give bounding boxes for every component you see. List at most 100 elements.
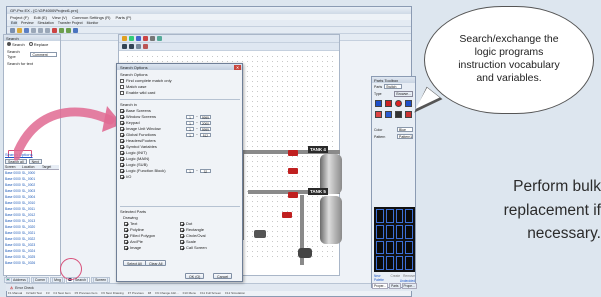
checkbox-box[interactable] bbox=[120, 138, 124, 143]
checkbox-box[interactable] bbox=[120, 120, 124, 125]
ok-button[interactable]: OK (O) bbox=[185, 273, 205, 279]
save-icon[interactable] bbox=[24, 27, 29, 33]
f1-key[interactable]: F1 Manual bbox=[8, 291, 22, 297]
f4-key[interactable]: F4 Next Item bbox=[54, 291, 71, 297]
menu-common-settings[interactable]: Common Settings (R) bbox=[72, 15, 110, 20]
checkbox-box[interactable] bbox=[180, 227, 184, 232]
switch-style-blue-2[interactable] bbox=[385, 111, 392, 118]
tank-5-graphic[interactable] bbox=[320, 196, 342, 244]
search-mode-radio[interactable]: Search bbox=[7, 42, 25, 47]
tab-properties-2[interactable]: Prope... bbox=[401, 283, 417, 289]
f2-key[interactable]: F2 Edit Text bbox=[26, 291, 42, 297]
transfer-project-button[interactable]: Transfer Project bbox=[57, 21, 84, 26]
checkbox-box[interactable] bbox=[120, 156, 124, 161]
edit-button[interactable]: Edit bbox=[10, 20, 19, 26]
pump-icon[interactable] bbox=[298, 248, 312, 258]
menu-parts[interactable]: Parts (P) bbox=[116, 15, 132, 20]
checkbox-box[interactable] bbox=[124, 233, 128, 238]
error-check-label[interactable]: Error Check bbox=[15, 286, 34, 290]
color-select[interactable]: Blue bbox=[397, 127, 413, 132]
meter-icon[interactable] bbox=[157, 36, 162, 41]
switch-style-red-3[interactable] bbox=[405, 111, 412, 118]
valve-icon[interactable] bbox=[288, 168, 298, 174]
alarm-icon[interactable] bbox=[143, 36, 148, 41]
switch-style-red[interactable] bbox=[385, 100, 392, 107]
checkbox-box[interactable] bbox=[124, 221, 128, 226]
tab-mng[interactable]: Mng bbox=[50, 276, 65, 283]
browse-button[interactable]: Browse... bbox=[394, 91, 413, 97]
copy-icon[interactable] bbox=[38, 27, 43, 33]
tab-comm[interactable]: Comm bbox=[30, 276, 50, 283]
open-icon[interactable] bbox=[17, 27, 22, 33]
color-icon[interactable] bbox=[143, 44, 148, 49]
f5-key[interactable]: F5 Previous Item bbox=[75, 291, 98, 297]
lamp-icon[interactable] bbox=[122, 36, 127, 41]
f10-key[interactable]: F10 Menu bbox=[183, 291, 197, 297]
valve-icon[interactable] bbox=[288, 150, 298, 156]
part-checkbox[interactable]: Image bbox=[124, 245, 180, 251]
parts-palette[interactable] bbox=[374, 207, 415, 272]
f12-key[interactable]: F12 Simulation bbox=[225, 291, 245, 297]
parts-select[interactable]: Switch bbox=[384, 84, 403, 89]
search-in-checkbox[interactable]: I/O bbox=[120, 174, 241, 180]
wildcard-checkbox[interactable]: Enable wild card bbox=[120, 90, 172, 96]
f8-key[interactable]: F8 bbox=[148, 291, 152, 297]
switch-icon[interactable] bbox=[129, 36, 134, 41]
align-icon[interactable] bbox=[122, 44, 127, 49]
simulation-button[interactable]: Simulation bbox=[36, 21, 54, 26]
f9-key[interactable]: F9 Change Attri... bbox=[155, 291, 178, 297]
pump-icon[interactable] bbox=[254, 230, 266, 238]
undo-icon[interactable] bbox=[59, 27, 64, 33]
checkbox-box[interactable] bbox=[180, 239, 184, 244]
replace-mode-radio[interactable]: Replace bbox=[28, 42, 48, 47]
checkbox-box[interactable] bbox=[120, 108, 124, 113]
checkbox-box[interactable] bbox=[120, 168, 124, 173]
search-type-select[interactable]: Comment bbox=[30, 51, 57, 57]
monitor-button[interactable]: Monitor bbox=[86, 21, 100, 26]
delete-icon[interactable] bbox=[52, 27, 57, 33]
checkbox-box[interactable] bbox=[120, 162, 124, 167]
tab-address[interactable]: Address bbox=[4, 276, 30, 283]
checkbox-box[interactable] bbox=[120, 174, 124, 179]
checkbox-box[interactable] bbox=[124, 227, 128, 232]
preview-button[interactable]: Preview bbox=[20, 21, 34, 26]
select-all-button[interactable]: Select All bbox=[123, 260, 146, 266]
tab-screen[interactable]: Screen bbox=[91, 276, 111, 283]
checkbox-box[interactable] bbox=[120, 132, 124, 137]
checkbox-box[interactable] bbox=[120, 114, 124, 119]
menu-project[interactable]: Project (F) bbox=[10, 15, 29, 20]
graph-icon[interactable] bbox=[150, 36, 155, 41]
checkbox-box[interactable] bbox=[180, 245, 184, 250]
switch-style-dark[interactable] bbox=[395, 111, 402, 118]
clear-all-button[interactable]: Clear All bbox=[145, 260, 167, 266]
table-row[interactable]: Base 0000 SL_0026 bbox=[4, 260, 59, 266]
switch-style-round[interactable] bbox=[395, 100, 402, 107]
redo-icon[interactable] bbox=[66, 27, 71, 33]
paste-icon[interactable] bbox=[45, 27, 50, 33]
checkbox-box[interactable] bbox=[120, 144, 124, 149]
f6-key[interactable]: F6 Next Drawing bbox=[101, 291, 123, 297]
switch-style-red-2[interactable] bbox=[375, 111, 382, 118]
checkbox-box[interactable] bbox=[180, 233, 184, 238]
switch-style-blue[interactable] bbox=[375, 100, 382, 107]
zoom-icon[interactable] bbox=[73, 27, 78, 33]
checkbox-box[interactable] bbox=[124, 245, 128, 250]
checkbox-box[interactable] bbox=[124, 239, 128, 244]
cut-icon[interactable] bbox=[31, 27, 36, 33]
menu-edit[interactable]: Edit (E) bbox=[34, 15, 47, 20]
checkbox-box[interactable] bbox=[180, 221, 184, 226]
part-checkbox[interactable]: Call Screen bbox=[180, 245, 240, 251]
close-icon[interactable]: ✕ bbox=[234, 64, 241, 70]
pattern-select[interactable]: Pattern1 bbox=[397, 134, 413, 139]
checkbox-box[interactable] bbox=[120, 150, 124, 155]
group-icon[interactable] bbox=[129, 44, 134, 49]
menu-view[interactable]: View (V) bbox=[52, 15, 67, 20]
valve-icon[interactable] bbox=[288, 192, 298, 198]
tab-properties[interactable]: Proper... bbox=[372, 283, 389, 289]
f11-key[interactable]: F11 Full Screen bbox=[200, 291, 221, 297]
data-display-icon[interactable] bbox=[136, 36, 141, 41]
f3-key[interactable]: F3 bbox=[46, 291, 50, 297]
tab-parts[interactable]: Parts bbox=[389, 283, 401, 289]
cancel-button[interactable]: Cancel bbox=[213, 273, 233, 279]
f7-key[interactable]: F7 Previous bbox=[128, 291, 144, 297]
